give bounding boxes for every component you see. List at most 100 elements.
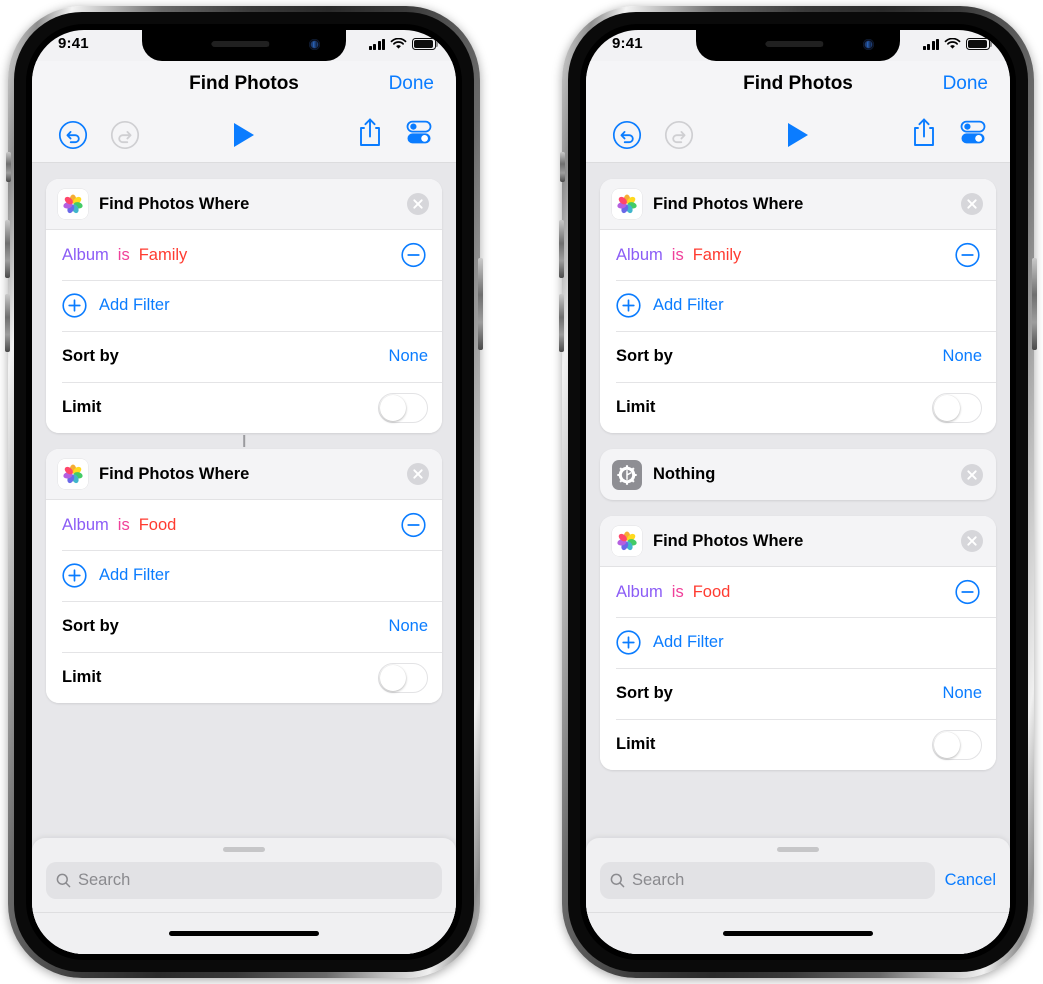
share-button[interactable] bbox=[356, 116, 384, 153]
search-icon bbox=[610, 873, 625, 888]
filter-field[interactable]: Album bbox=[62, 516, 109, 535]
filter-field[interactable]: Album bbox=[616, 246, 663, 265]
limit-row[interactable]: Limit bbox=[600, 719, 996, 770]
run-shortcut-button[interactable] bbox=[788, 122, 808, 147]
redo-icon bbox=[664, 120, 694, 149]
add-filter-row[interactable]: Add Filter bbox=[46, 280, 442, 331]
device-bezel: 9:41 Find Photos Done Find Photos Where … bbox=[14, 12, 474, 972]
drag-handle[interactable] bbox=[223, 847, 265, 852]
done-button[interactable]: Done bbox=[389, 73, 434, 95]
search-panel[interactable]: Search Cancel bbox=[586, 838, 1010, 954]
run-shortcut-button[interactable] bbox=[234, 122, 254, 147]
add-filter-label[interactable]: Add Filter bbox=[99, 566, 170, 585]
add-filter-label[interactable]: Add Filter bbox=[653, 633, 724, 652]
silent-switch-button[interactable] bbox=[6, 152, 11, 182]
redo-button[interactable] bbox=[664, 120, 694, 150]
cancel-button[interactable]: Cancel bbox=[945, 871, 996, 890]
close-circle-icon[interactable] bbox=[407, 193, 429, 215]
power-button[interactable] bbox=[478, 258, 483, 350]
limit-toggle[interactable] bbox=[932, 392, 982, 423]
close-circle-icon[interactable] bbox=[407, 463, 429, 485]
filter-operator[interactable]: is bbox=[672, 583, 684, 602]
shortcut-settings-button[interactable] bbox=[404, 117, 434, 152]
page-title: Find Photos bbox=[189, 73, 299, 94]
sort-by-row[interactable]: Sort by None bbox=[46, 331, 442, 382]
volume-down-button[interactable] bbox=[559, 294, 564, 352]
limit-toggle[interactable] bbox=[378, 662, 428, 693]
plus-circle-icon[interactable] bbox=[62, 563, 87, 588]
sort-by-row[interactable]: Sort by None bbox=[46, 601, 442, 652]
volume-up-button[interactable] bbox=[5, 220, 10, 278]
shortcut-action-list-right[interactable]: Find Photos Where Album is Family Add Fi… bbox=[586, 163, 1010, 954]
filter-operator[interactable]: is bbox=[672, 246, 684, 265]
sort-by-row[interactable]: Sort by None bbox=[600, 331, 996, 382]
volume-down-button[interactable] bbox=[5, 294, 10, 352]
filter-value[interactable]: Food bbox=[693, 583, 731, 602]
cellular-bars-icon bbox=[368, 38, 385, 50]
share-button[interactable] bbox=[910, 116, 938, 153]
add-filter-row[interactable]: Add Filter bbox=[600, 617, 996, 668]
action-card-find-photos-2[interactable]: Find Photos Where Album is Food Add Filt… bbox=[46, 449, 442, 703]
silent-switch-button[interactable] bbox=[560, 152, 565, 182]
add-filter-row[interactable]: Add Filter bbox=[46, 550, 442, 601]
add-filter-row[interactable]: Add Filter bbox=[600, 280, 996, 331]
volume-up-button[interactable] bbox=[559, 220, 564, 278]
search-panel[interactable]: Search bbox=[32, 838, 456, 954]
filter-row-album-food[interactable]: Album is Food bbox=[600, 567, 996, 617]
minus-circle-icon[interactable] bbox=[955, 579, 980, 605]
filter-row-album-family[interactable]: Album is Family bbox=[600, 230, 996, 280]
sort-by-value[interactable]: None bbox=[943, 684, 982, 703]
filter-row-album-family[interactable]: Album is Family bbox=[46, 230, 442, 280]
action-card-header[interactable]: Find Photos Where bbox=[600, 516, 996, 567]
sort-by-row[interactable]: Sort by None bbox=[600, 668, 996, 719]
limit-row[interactable]: Limit bbox=[46, 382, 442, 433]
search-input[interactable]: Search bbox=[46, 862, 442, 899]
plus-circle-icon[interactable] bbox=[616, 293, 641, 318]
close-circle-icon[interactable] bbox=[961, 530, 983, 552]
shortcut-settings-button[interactable] bbox=[958, 117, 988, 152]
limit-toggle[interactable] bbox=[932, 729, 982, 760]
action-card-header[interactable]: Find Photos Where bbox=[46, 179, 442, 230]
action-card-find-photos-1[interactable]: Find Photos Where Album is Family Add Fi… bbox=[46, 179, 442, 433]
redo-button[interactable] bbox=[110, 120, 140, 150]
action-card-find-photos-1[interactable]: Find Photos Where Album is Family Add Fi… bbox=[600, 179, 996, 433]
filter-value[interactable]: Food bbox=[139, 516, 177, 535]
minus-circle-icon[interactable] bbox=[401, 242, 426, 268]
add-filter-label[interactable]: Add Filter bbox=[99, 296, 170, 315]
action-card-header[interactable]: Find Photos Where bbox=[46, 449, 442, 500]
close-circle-icon[interactable] bbox=[961, 463, 983, 486]
home-indicator[interactable] bbox=[723, 931, 873, 936]
filter-value[interactable]: Family bbox=[693, 246, 742, 265]
done-button[interactable]: Done bbox=[943, 73, 988, 95]
plus-circle-icon[interactable] bbox=[616, 630, 641, 655]
action-connector bbox=[46, 433, 442, 449]
shortcut-action-list-left[interactable]: Find Photos Where Album is Family Add Fi… bbox=[32, 163, 456, 954]
power-button[interactable] bbox=[1032, 258, 1037, 350]
action-card-nothing[interactable]: Nothing bbox=[600, 449, 996, 500]
sort-by-value[interactable]: None bbox=[943, 347, 982, 366]
action-card-header[interactable]: Find Photos Where bbox=[600, 179, 996, 230]
filter-operator[interactable]: is bbox=[118, 246, 130, 265]
action-card-find-photos-2[interactable]: Find Photos Where Album is Food Add Filt… bbox=[600, 516, 996, 770]
filter-field[interactable]: Album bbox=[616, 583, 663, 602]
undo-button[interactable] bbox=[58, 120, 88, 150]
filter-field[interactable]: Album bbox=[62, 246, 109, 265]
close-circle-icon[interactable] bbox=[961, 193, 983, 215]
action-title: Find Photos Where bbox=[99, 464, 250, 483]
home-indicator[interactable] bbox=[169, 931, 319, 936]
minus-circle-icon[interactable] bbox=[955, 242, 980, 268]
drag-handle[interactable] bbox=[777, 847, 819, 852]
limit-row[interactable]: Limit bbox=[46, 652, 442, 703]
filter-value[interactable]: Family bbox=[139, 246, 188, 265]
plus-circle-icon[interactable] bbox=[62, 293, 87, 318]
filter-operator[interactable]: is bbox=[118, 516, 130, 535]
search-input[interactable]: Search bbox=[600, 862, 935, 899]
limit-row[interactable]: Limit bbox=[600, 382, 996, 433]
limit-toggle[interactable] bbox=[378, 392, 428, 423]
sort-by-value[interactable]: None bbox=[389, 617, 428, 636]
sort-by-value[interactable]: None bbox=[389, 347, 428, 366]
add-filter-label[interactable]: Add Filter bbox=[653, 296, 724, 315]
undo-button[interactable] bbox=[612, 120, 642, 150]
filter-row-album-food[interactable]: Album is Food bbox=[46, 500, 442, 550]
minus-circle-icon[interactable] bbox=[401, 512, 426, 538]
